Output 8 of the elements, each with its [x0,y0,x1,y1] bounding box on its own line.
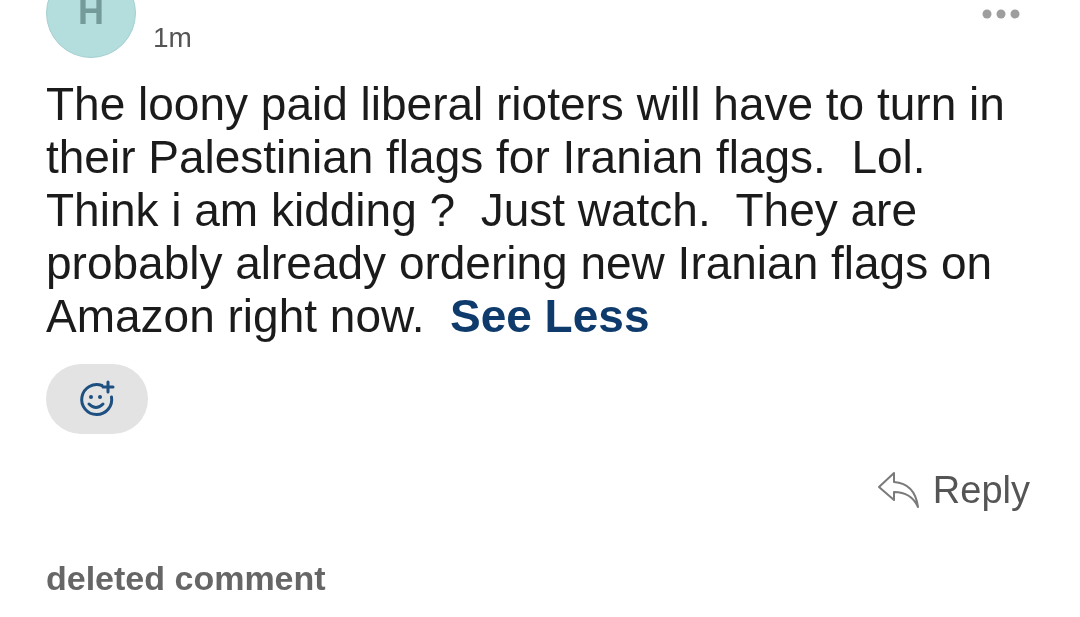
more-options-icon[interactable] [982,9,1020,19]
timestamp: 1m [153,21,192,55]
reply-arrow-icon [876,471,921,509]
reply-button[interactable]: Reply [876,468,1030,512]
smiley-plus-icon [78,380,116,418]
deleted-comment-label: deleted comment [46,558,327,598]
see-less-link[interactable]: See Less [450,290,650,342]
comment-text: The loony paid liberal rioters will have to turn in their Palestinian flags for Iranian flags. Lol. Think i am kidding ? Just watch. They are probably already ordering new Iranian flags on Amazon right now. See Less [46,78,1006,343]
